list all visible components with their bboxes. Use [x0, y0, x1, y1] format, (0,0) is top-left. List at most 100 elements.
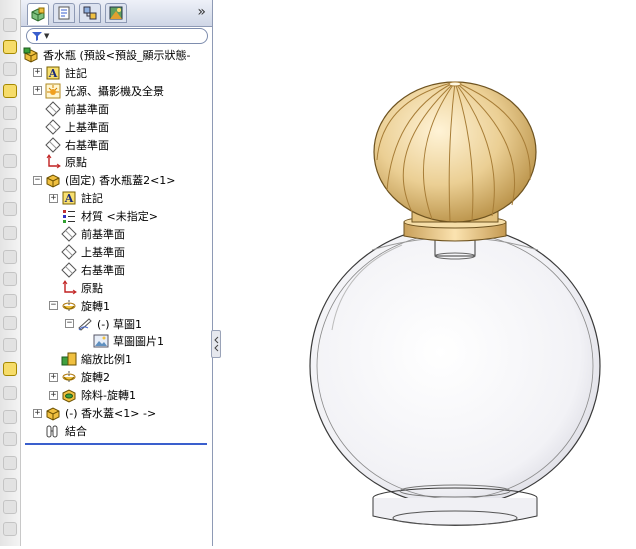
svg-text:A: A — [48, 67, 58, 80]
displaymanager-tab-icon — [109, 6, 123, 20]
toolbar-command-icon[interactable] — [3, 84, 17, 98]
tree-item-label: 結合 — [65, 424, 87, 438]
toolbar-command-icon[interactable] — [3, 362, 17, 376]
toolbar-command-icon[interactable] — [3, 62, 17, 76]
filter-dropdown-icon[interactable]: ▼ — [44, 32, 49, 40]
tree-item[interactable]: 縮放比例1 — [49, 350, 132, 368]
tree-item[interactable]: + A 註記 — [33, 64, 87, 82]
scale-icon — [61, 351, 77, 367]
material-icon — [61, 208, 77, 224]
toolbar-command-icon[interactable] — [3, 410, 17, 424]
toolbar-command-icon[interactable] — [3, 226, 17, 240]
tree-item[interactable]: + 旋轉2 — [49, 368, 110, 386]
collapse-icon[interactable]: − — [65, 319, 74, 328]
tab-configuration-manager[interactable] — [79, 3, 101, 23]
sketch-picture-icon — [93, 333, 109, 349]
propertymanager-tab-icon — [58, 6, 70, 20]
collapse-icon[interactable]: − — [49, 301, 58, 311]
expand-icon[interactable]: + — [33, 408, 42, 418]
annotations-icon: A — [61, 190, 77, 206]
tree-item[interactable]: − 旋轉1 — [49, 297, 110, 315]
tree-item-label: 草圖圖片1 — [113, 335, 164, 349]
tree-item[interactable]: 上基準面 — [33, 118, 109, 136]
expand-icon[interactable]: + — [49, 372, 58, 382]
tree-item[interactable]: 右基準面 — [49, 261, 125, 279]
mates-icon — [45, 423, 61, 439]
expand-icon[interactable]: + — [33, 68, 42, 78]
plane-icon — [61, 244, 77, 260]
tree-item[interactable]: 右基準面 — [33, 136, 109, 154]
tree-item[interactable]: 前基準面 — [33, 100, 109, 118]
tree-item[interactable]: 上基準面 — [49, 243, 125, 261]
feature-filter[interactable]: ▼ — [26, 28, 208, 44]
toolbar-command-icon[interactable] — [3, 386, 17, 400]
toolbar-command-icon[interactable] — [3, 316, 17, 330]
toolbar-command-icon[interactable] — [3, 250, 17, 264]
tab-property-manager[interactable] — [53, 3, 75, 23]
tree-item-label: 上基準面 — [81, 245, 125, 259]
expand-icon[interactable]: + — [49, 193, 58, 203]
tree-item[interactable]: 草圖圖片1 — [81, 332, 164, 350]
tree-item[interactable]: 香水瓶 (預設<預設_顯示狀態- — [23, 46, 190, 64]
plane-icon — [45, 136, 61, 153]
tree-item[interactable]: 原點 — [49, 279, 103, 297]
toolbar-command-icon[interactable] — [3, 294, 17, 308]
tree-item[interactable]: + 除料-旋轉1 — [49, 386, 136, 404]
tree-item[interactable]: 結合 — [33, 422, 87, 440]
lights-camera-icon — [45, 83, 61, 99]
toolbar-command-icon[interactable] — [3, 500, 17, 514]
toolbar-command-icon[interactable] — [3, 128, 17, 142]
ribbed-cap — [373, 81, 537, 223]
tree-item-label: 右基準面 — [65, 138, 109, 152]
toolbar-command-icon[interactable] — [3, 432, 17, 446]
collapse-icon[interactable]: − — [33, 175, 42, 185]
tree-item[interactable]: 材質 <未指定> — [49, 207, 158, 225]
graphics-area[interactable] — [222, 0, 636, 546]
plane-icon — [61, 262, 77, 278]
more-tabs-button[interactable]: » — [197, 4, 206, 20]
tab-display-manager[interactable] — [105, 3, 127, 23]
panel-splitter-handle[interactable] — [211, 330, 221, 358]
tree-item[interactable]: − (-) 草圖1 — [65, 315, 142, 333]
toolbar-command-icon[interactable] — [3, 178, 17, 192]
tree-item-label: 原點 — [81, 281, 103, 295]
toolbar-command-icon[interactable] — [3, 338, 17, 352]
tab-feature-manager[interactable] — [27, 3, 49, 25]
toolbar-command-icon[interactable] — [3, 272, 17, 286]
tree-item[interactable]: 原點 — [33, 153, 87, 171]
toolbar-command-icon[interactable] — [3, 478, 17, 492]
revolve-icon — [61, 298, 77, 314]
tree-item[interactable]: + 光源、攝影機及全景 — [33, 82, 164, 100]
toolbar-command-icon[interactable] — [3, 202, 17, 216]
rollback-bar[interactable] — [25, 443, 207, 445]
expand-icon[interactable]: + — [49, 390, 58, 400]
toolbar-command-icon[interactable] — [3, 154, 17, 168]
expand-icon[interactable]: + — [33, 86, 42, 96]
toolbar-command-icon[interactable] — [3, 40, 17, 54]
toolbar-command-icon[interactable] — [3, 456, 17, 470]
part-icon — [23, 47, 39, 63]
toolbar-command-icon[interactable] — [3, 106, 17, 120]
component-icon — [45, 172, 61, 188]
tree-item[interactable]: 前基準面 — [49, 225, 125, 243]
bottle-body — [309, 225, 601, 507]
command-toolbar — [0, 0, 21, 546]
tree-item-label: 除料-旋轉1 — [81, 389, 136, 403]
tree-item[interactable]: − (固定) 香水瓶蓋2<1> — [33, 171, 176, 189]
tree-item[interactable]: + A 註記 — [49, 189, 103, 207]
origin-icon — [45, 154, 61, 170]
toolbar-command-icon[interactable] — [3, 522, 17, 536]
tree-item[interactable]: + (-) 香水蓋<1> -> — [33, 404, 156, 422]
component-icon — [45, 405, 61, 421]
filter-icon — [32, 32, 42, 41]
tree-item-label: 右基準面 — [81, 263, 125, 277]
toolbar-command-icon[interactable] — [3, 18, 17, 32]
